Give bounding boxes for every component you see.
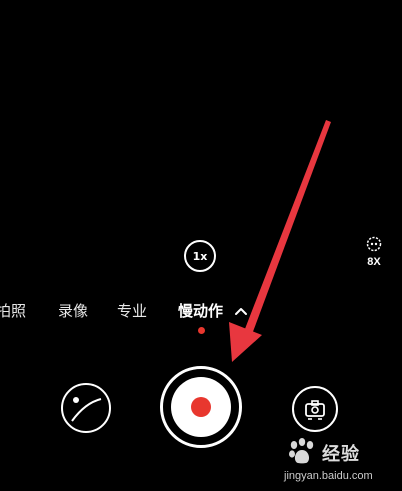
watermark-brand: 经验 <box>322 444 360 465</box>
watermark-url: jingyan.baidu.com <box>284 470 373 482</box>
gallery-thumbnail-button[interactable] <box>61 383 111 433</box>
switch-camera-icon <box>305 400 325 420</box>
chevron-up-icon[interactable] <box>234 306 248 316</box>
mode-slow-motion[interactable]: 慢动作 <box>178 300 223 321</box>
mode-selector[interactable]: 拍照 录像 专业 慢动作 <box>0 300 402 340</box>
switch-camera-button[interactable] <box>292 386 338 432</box>
active-mode-indicator <box>198 327 205 334</box>
speed-label: 8X <box>367 256 381 268</box>
slow-motion-speed-icon <box>366 236 382 252</box>
mode-pro[interactable]: 专业 <box>117 300 147 321</box>
zoom-level-button[interactable]: 1x <box>184 240 216 272</box>
baidu-jingyan-watermark: 经验 jingyan.baidu.com <box>284 436 396 486</box>
zoom-level-label: 1x <box>192 249 208 263</box>
gallery-thumbnail-icon <box>71 397 102 422</box>
mode-video[interactable]: 录像 <box>58 300 88 321</box>
mode-photo[interactable]: 拍照 <box>0 300 26 321</box>
slow-motion-speed-control[interactable]: 8X <box>360 236 388 278</box>
record-shutter-icon[interactable] <box>191 397 211 417</box>
